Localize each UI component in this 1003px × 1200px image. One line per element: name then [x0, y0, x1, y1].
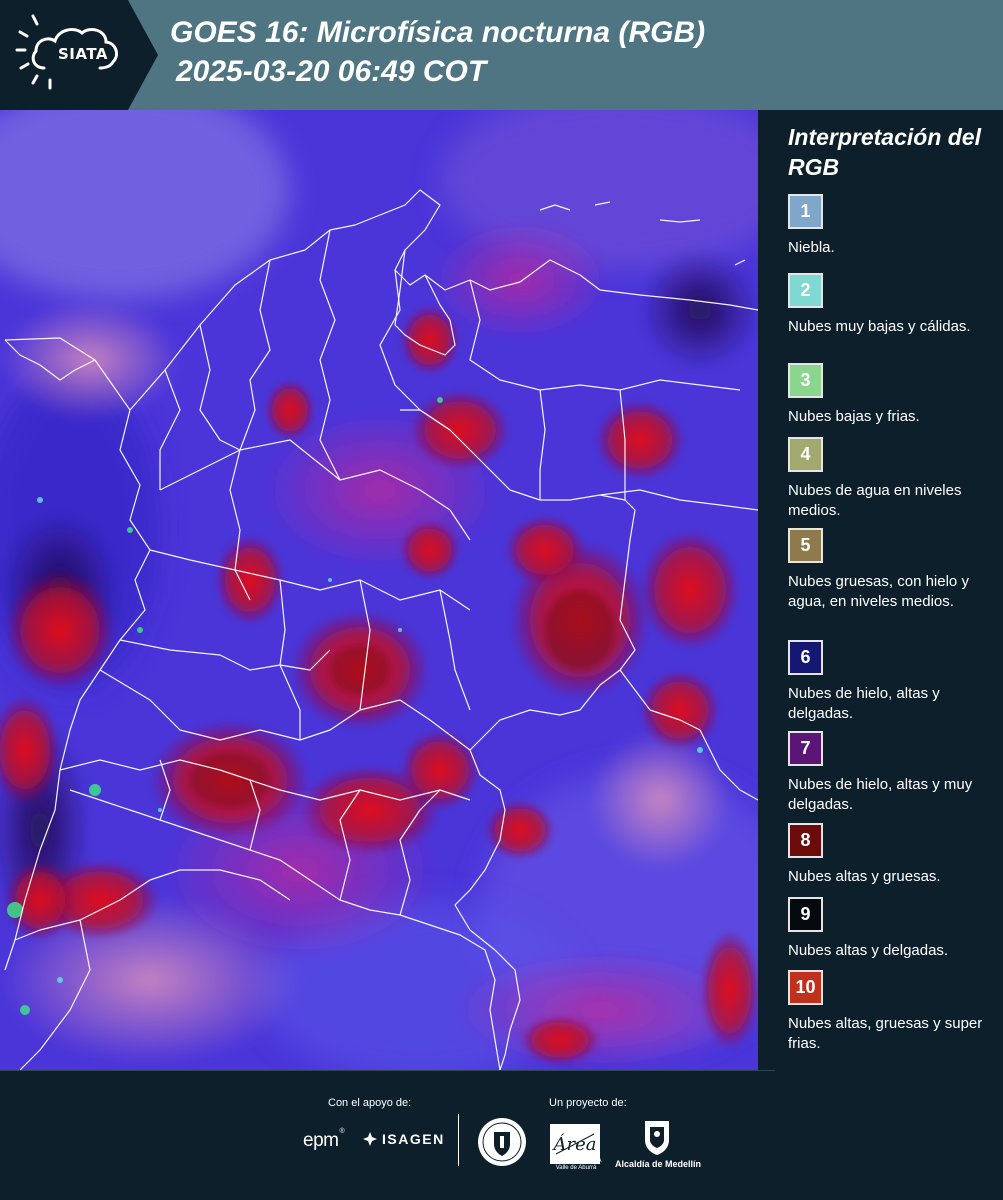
legend-swatch: 5 [788, 528, 823, 563]
satellite-image [0, 110, 758, 1070]
legend-item-9: 9 Nubes altas y delgadas. [788, 897, 998, 961]
epm-logo: epm® [303, 1127, 345, 1152]
legend-swatch: 2 [788, 273, 823, 308]
legend-label: Nubes bajas y frias. [788, 408, 920, 425]
legend-label: Nubes altas y delgadas. [788, 942, 949, 959]
legend-number: 4 [800, 444, 811, 464]
legend-number: 9 [800, 904, 811, 924]
area-metropolitana-text: METROPOLITANA Valle de Aburrá [550, 1158, 602, 1171]
legend-item-3: 3 Nubes bajas y frias. [788, 363, 998, 427]
legend-item-10: 10 Nubes altas, gruesas y super frias. [788, 970, 998, 1054]
legend-number: 3 [800, 370, 811, 390]
legend-item-1: 1 Niebla. [788, 194, 998, 258]
legend-label: Nubes de hielo, altas y muy delgadas. [788, 776, 973, 813]
legend-swatch: 10 [788, 970, 823, 1005]
alcaldia-crest-icon [645, 1121, 669, 1155]
legend-number: 8 [800, 830, 811, 850]
legend-label: Nubes altas, gruesas y super frias. [788, 1015, 983, 1052]
logo-text: SIATA [57, 45, 108, 63]
legend-swatch: 3 [788, 363, 823, 398]
legend-label: Nubes de agua en niveles medios. [788, 482, 962, 519]
legend-swatch: 1 [788, 194, 823, 229]
legend-swatch: 9 [788, 897, 823, 932]
legend-item-6: 6 Nubes de hielo, altas y delgadas. [788, 640, 998, 724]
legend-number: 6 [800, 647, 811, 667]
legend-number: 1 [800, 201, 811, 221]
legend-swatch: 7 [788, 731, 823, 766]
legend-item-8: 8 Nubes altas y gruesas. [788, 823, 998, 887]
isagen-icon [363, 1132, 377, 1146]
legend-item-4: 4 Nubes de agua en niveles medios. [788, 437, 998, 521]
legend-swatch: 8 [788, 823, 823, 858]
legend-item-2: 2 Nubes muy bajas y cálidas. [788, 273, 998, 337]
legend-label: Nubes gruesas, con hielo y agua, en nive… [788, 573, 969, 610]
legend-number: 2 [800, 280, 811, 300]
satellite-map [0, 110, 758, 1070]
header-bar: SIATA GOES 16: Microfísica nocturna (RGB… [0, 0, 1003, 110]
legend-item-5: 5 Nubes gruesas, con hielo y agua, en ni… [788, 528, 998, 612]
legend-number: 5 [800, 535, 811, 555]
legend-label: Nubes altas y gruesas. [788, 868, 941, 885]
legend-swatch: 4 [788, 437, 823, 472]
legend-item-7: 7 Nubes de hielo, altas y muy delgadas. [788, 731, 998, 815]
page-title: GOES 16: Microfísica nocturna (RGB) [170, 16, 706, 49]
registered-mark: ® [339, 1127, 345, 1135]
epm-logo-text: epm [303, 1130, 339, 1151]
legend-label: Nubes de hielo, altas y delgadas. [788, 685, 940, 722]
legend-swatch: 6 [788, 640, 823, 675]
timestamp: 2025-03-20 06:49 COT [176, 55, 487, 88]
siata-logo: SIATA [0, 0, 158, 110]
legend-label: Nubes muy bajas y cálidas. [788, 318, 971, 335]
alcaldia-medellin-text: Alcaldía de Medellín [614, 1159, 702, 1169]
footer-vertical-divider [458, 1114, 459, 1166]
legend-number: 10 [795, 977, 816, 997]
legend-title: Interpretación del RGB [788, 124, 981, 180]
support-label: Con el apoyo de: [328, 1097, 412, 1109]
footer: Con el apoyo de: Un proyecto de: epm® IS… [0, 1070, 1003, 1200]
legend-number: 7 [800, 738, 811, 758]
footer-divider [0, 1070, 775, 1071]
legend-label: Niebla. [788, 239, 835, 256]
legend-panel: Interpretación del RGB 1 Niebla. 2 Nubes… [758, 110, 1003, 1070]
isagen-text: ISAGEN [382, 1131, 445, 1147]
university-seal-icon [478, 1118, 526, 1166]
project-label: Un proyecto de: [549, 1097, 627, 1109]
area-logo-text: Área [552, 1132, 597, 1155]
isagen-logo: ISAGEN [362, 1131, 445, 1147]
